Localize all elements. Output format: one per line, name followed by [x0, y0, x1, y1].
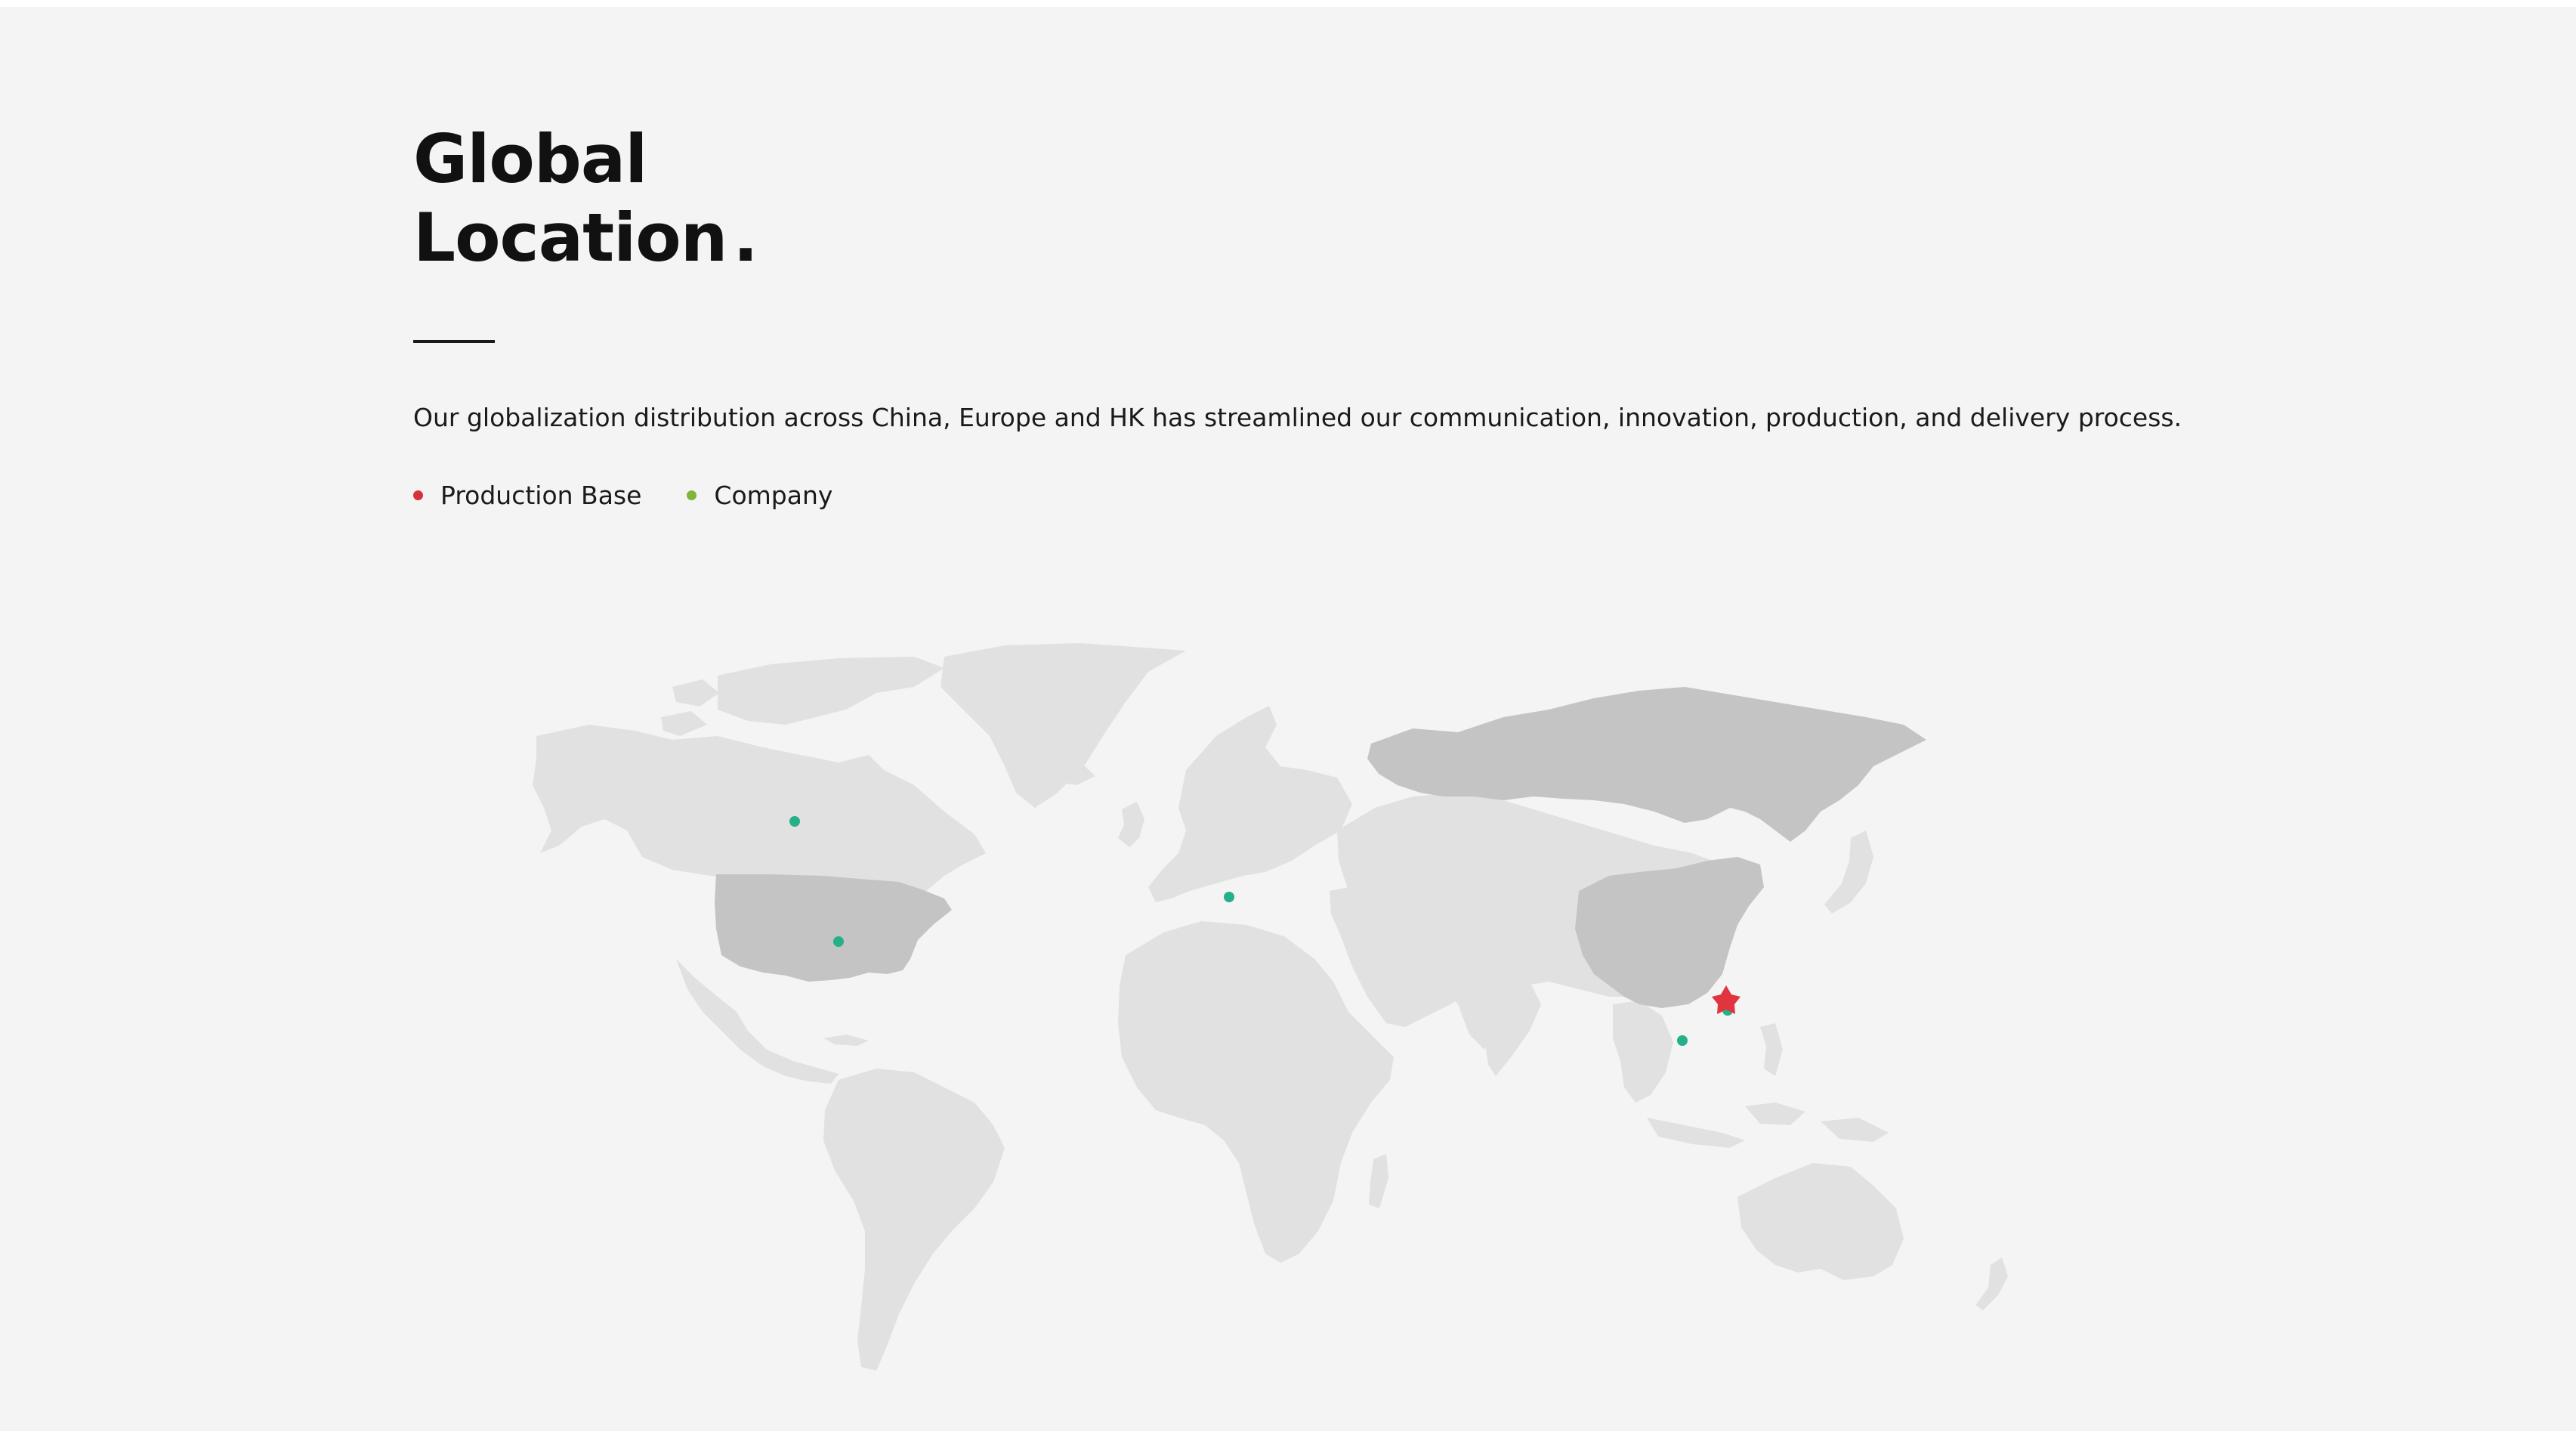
map-southeast-asia [1613, 1001, 1673, 1103]
map-new-zealand [1975, 1257, 2008, 1310]
world-map [533, 643, 2008, 1371]
marker-europe[interactable] [1224, 892, 1234, 902]
map-madagascar [1369, 1154, 1388, 1208]
description-text: Our globalization distribution across Ch… [413, 403, 2182, 432]
title-line-1: Global [413, 120, 647, 198]
map-arctic-small-1 [672, 679, 719, 707]
title-divider [413, 340, 495, 343]
map-new-guinea [1821, 1118, 1889, 1142]
legend-item-company: Company [687, 481, 832, 510]
global-location-section: Global Location. Our globalization distr… [0, 7, 2576, 1431]
map-arctic-small-2 [661, 711, 707, 736]
map-arctic-islands [718, 657, 944, 725]
map-philippines [1760, 1023, 1783, 1076]
map-uk [1118, 802, 1144, 847]
legend-label-company: Company [714, 481, 833, 510]
map-greenland [941, 643, 1186, 808]
map-indonesia-1 [1647, 1118, 1745, 1148]
map-south-america [823, 1069, 1005, 1371]
company-dot-icon [687, 490, 697, 500]
map-usa [715, 874, 952, 982]
marker-canada[interactable] [789, 816, 800, 827]
map-caribbean [823, 1035, 869, 1046]
map-indonesia-2 [1745, 1103, 1805, 1125]
map-japan [1824, 830, 1873, 914]
title-line-2-text: Location [413, 199, 727, 277]
map-legend: Production Base Company [413, 481, 878, 510]
marker-usa[interactable] [833, 936, 844, 947]
legend-label-production-base: Production Base [440, 481, 642, 510]
title-line-2: Location. [413, 199, 758, 277]
page-title: Global Location. [413, 120, 758, 277]
production-base-dot-icon [413, 490, 423, 500]
map-australia [1737, 1163, 1904, 1280]
map-europe [1148, 706, 1352, 902]
map-india [1473, 974, 1541, 1076]
legend-item-production-base: Production Base [413, 481, 641, 510]
marker-vietnam[interactable] [1677, 1035, 1688, 1046]
title-dot: . [733, 199, 758, 277]
map-africa [1118, 921, 1394, 1263]
